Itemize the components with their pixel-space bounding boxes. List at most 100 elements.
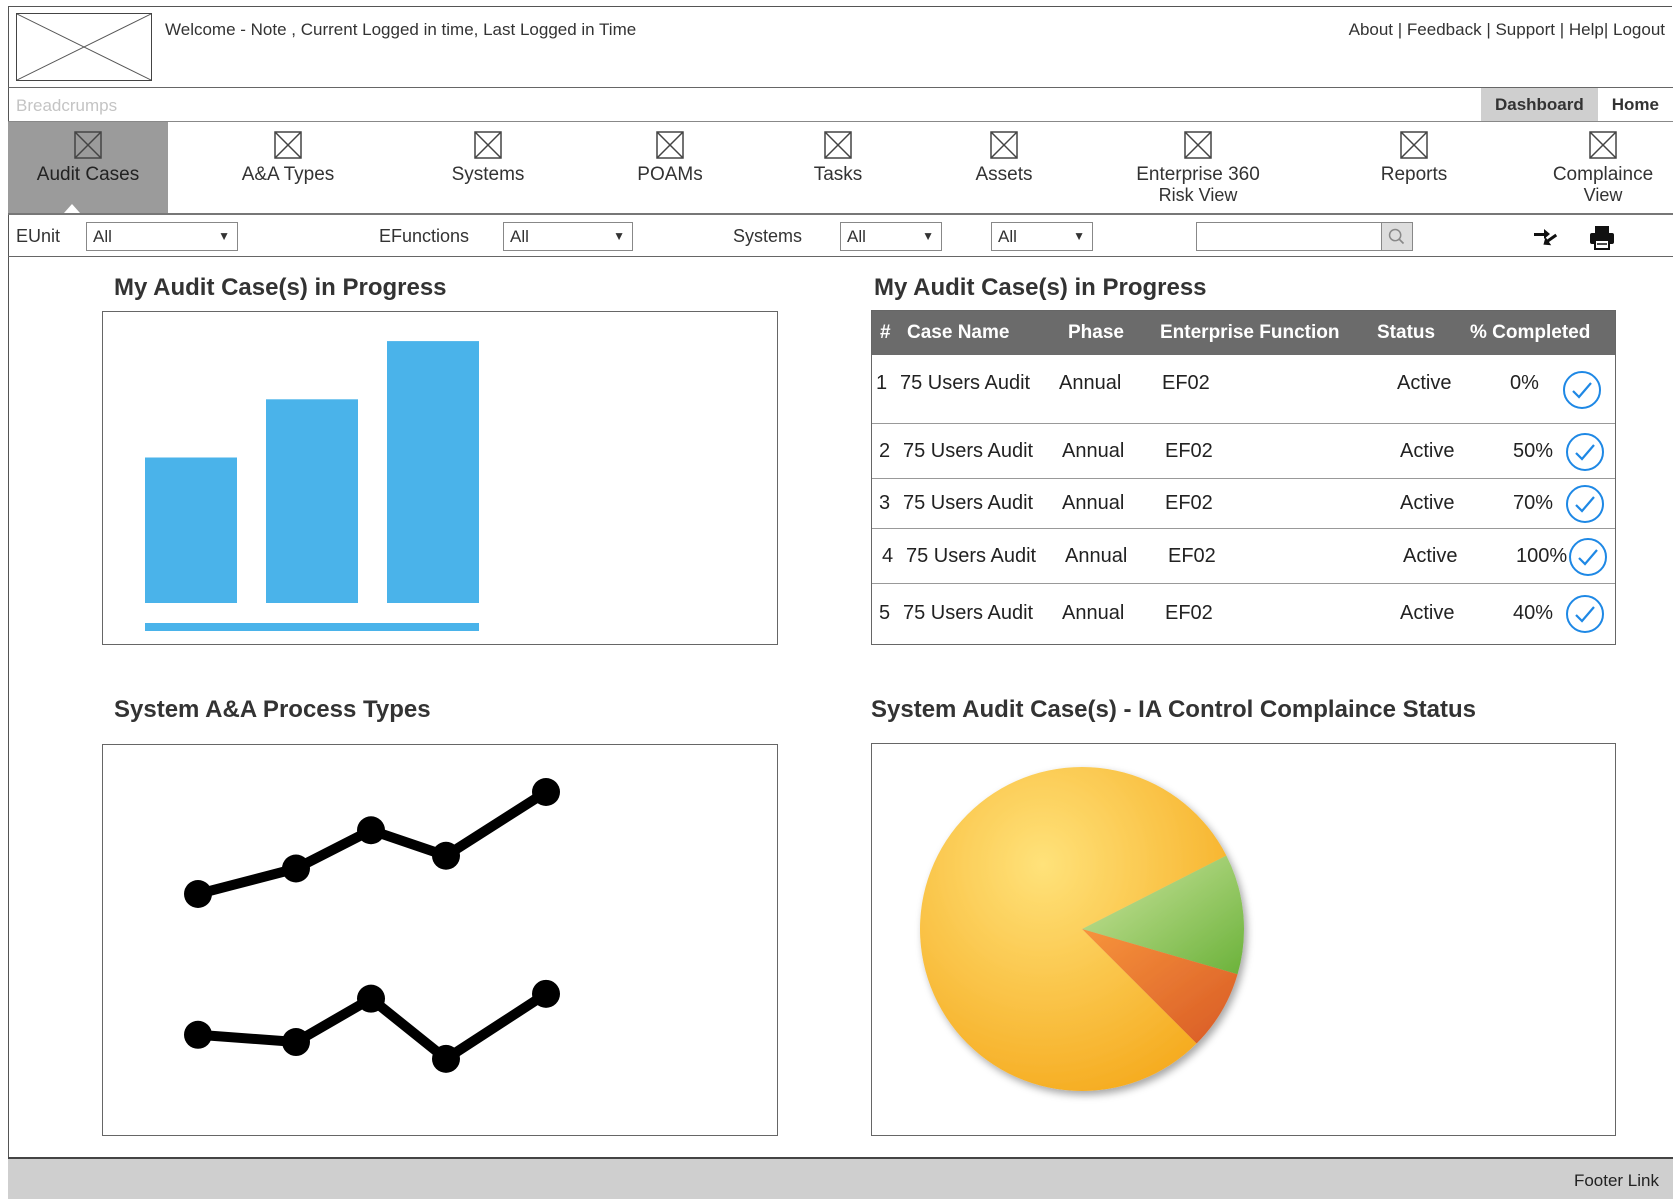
refresh-swap-icon[interactable]: [1530, 221, 1562, 253]
cell-num: 2: [879, 440, 891, 462]
data-point: [282, 854, 310, 883]
col-enterprise-function: Enterprise Function: [1160, 322, 1340, 343]
check-circle-icon[interactable]: [1568, 537, 1608, 577]
image-placeholder-icon: [1400, 131, 1428, 159]
nav-item-tasks[interactable]: Tasks: [768, 122, 908, 213]
cell-completed: 70%: [1513, 492, 1554, 514]
nav-item-complaince-view[interactable]: Complaince View: [1538, 122, 1668, 213]
search-button[interactable]: [1381, 222, 1413, 251]
cell-enterprise-function: EF02: [1165, 440, 1213, 462]
main-nav: Audit Cases A&A Types Systems POAMs Task…: [8, 122, 1673, 215]
image-placeholder-icon: [474, 131, 502, 159]
data-point: [282, 1028, 310, 1057]
bar: [387, 341, 479, 603]
dropdown-arrow-icon: ▼: [613, 229, 625, 243]
footer-link[interactable]: Footer Link: [1574, 1171, 1659, 1191]
data-point: [184, 880, 212, 908]
cell-status: Active: [1400, 602, 1455, 624]
help-link[interactable]: Help: [1569, 20, 1604, 39]
nav-item-assets[interactable]: Assets: [934, 122, 1074, 213]
image-placeholder-icon: [824, 131, 852, 159]
welcome-text: Welcome - Note , Current Logged in time,…: [165, 20, 637, 39]
tab-home[interactable]: Home: [1598, 88, 1673, 121]
image-placeholder-icon: [1589, 131, 1617, 159]
cell-status: Active: [1400, 440, 1455, 462]
eunit-label: EUnit: [16, 226, 61, 246]
table-row[interactable]: 3 75 Users Audit Annual EF02 Active 70%: [872, 479, 1615, 529]
nav-item-aa-types[interactable]: A&A Types: [203, 122, 373, 213]
data-point: [532, 778, 560, 806]
breadcrumb[interactable]: Breadcrumps: [16, 96, 117, 116]
search-input[interactable]: [1196, 222, 1389, 251]
cell-phase: Annual: [1062, 492, 1125, 514]
cell-phase: Annual: [1062, 440, 1125, 462]
dropdown-arrow-icon: ▼: [1073, 229, 1085, 243]
image-placeholder-icon: [274, 131, 302, 159]
bar: [266, 399, 358, 603]
cell-num: 5: [879, 602, 891, 624]
support-link[interactable]: Support: [1495, 20, 1555, 39]
cell-enterprise-function: EF02: [1165, 602, 1213, 624]
cell-phase: Annual: [1062, 602, 1125, 624]
feedback-link[interactable]: Feedback: [1407, 20, 1482, 39]
bar-chart-title: My Audit Case(s) in Progress: [114, 274, 447, 301]
pie-chart-panel: [871, 743, 1616, 1136]
data-point: [432, 841, 460, 870]
nav-item-audit-cases[interactable]: Audit Cases: [8, 122, 168, 213]
systems-select[interactable]: All ▼: [840, 222, 942, 251]
table-row[interactable]: 2 75 Users Audit Annual EF02 Active 50%: [872, 424, 1615, 479]
nav-item-poams[interactable]: POAMs: [595, 122, 745, 213]
cell-case-name: 75 Users Audit: [903, 492, 1034, 514]
print-icon[interactable]: [1586, 221, 1618, 253]
tab-dashboard[interactable]: Dashboard: [1480, 88, 1598, 121]
nav-item-systems[interactable]: Systems: [413, 122, 563, 213]
cell-case-name: 75 Users Audit: [900, 372, 1031, 394]
cell-status: Active: [1397, 372, 1452, 394]
col-case-name: Case Name: [907, 322, 1010, 343]
nav-sublabel: View: [1583, 185, 1623, 205]
cell-case-name: 75 Users Audit: [903, 602, 1034, 624]
top-links: About | Feedback | Support | Help| Logou…: [1348, 20, 1665, 39]
check-circle-icon[interactable]: [1565, 484, 1605, 524]
cell-num: 1: [876, 372, 888, 394]
cell-phase: Annual: [1065, 545, 1128, 567]
table-row[interactable]: 4 75 Users Audit Annual EF02 Active 100%: [872, 529, 1615, 584]
data-point: [532, 979, 560, 1008]
col-num: #: [880, 322, 891, 343]
search-icon: [1388, 228, 1405, 245]
bar-chart-panel: [102, 311, 778, 645]
bar-chart: [145, 341, 479, 631]
image-placeholder-icon: [656, 131, 684, 159]
about-link[interactable]: About: [1349, 20, 1393, 39]
logout-link[interactable]: Logout: [1613, 20, 1665, 39]
image-placeholder-icon: [990, 131, 1018, 159]
nav-item-reports[interactable]: Reports: [1344, 122, 1484, 213]
cell-completed: 0%: [1510, 372, 1539, 394]
check-circle-icon[interactable]: [1562, 370, 1602, 410]
extra-select[interactable]: All ▼: [991, 222, 1093, 251]
header: Welcome - Note , Current Logged in time,…: [8, 6, 1673, 88]
active-pointer: [64, 204, 80, 213]
cell-completed: 50%: [1513, 440, 1554, 462]
cell-enterprise-function: EF02: [1165, 492, 1213, 514]
nav-item-enterprise-360[interactable]: Enterprise 360 Risk View: [1118, 122, 1278, 213]
eunit-select[interactable]: All ▼: [86, 222, 238, 251]
data-point: [184, 1020, 212, 1049]
systems-value: All: [847, 227, 866, 246]
extra-value: All: [998, 227, 1017, 246]
pie-group: [920, 767, 1244, 1091]
bar-axis-line: [145, 623, 479, 631]
table-row[interactable]: 5 75 Users Audit Annual EF02 Active 40%: [872, 584, 1615, 644]
cell-completed: 40%: [1513, 602, 1554, 624]
line-chart: [184, 778, 560, 1073]
nav-label: Reports: [1380, 164, 1448, 185]
check-circle-icon[interactable]: [1565, 432, 1605, 472]
nav-sublabel: Risk View: [1158, 185, 1238, 205]
table-title: My Audit Case(s) in Progress: [874, 274, 1207, 301]
cell-status: Active: [1403, 545, 1458, 567]
nav-label: Assets: [975, 164, 1033, 185]
efunctions-select[interactable]: All ▼: [503, 222, 633, 251]
data-point: [432, 1044, 460, 1073]
table-row[interactable]: 1 75 Users Audit Annual EF02 Active 0%: [872, 355, 1615, 424]
check-circle-icon[interactable]: [1565, 594, 1605, 634]
